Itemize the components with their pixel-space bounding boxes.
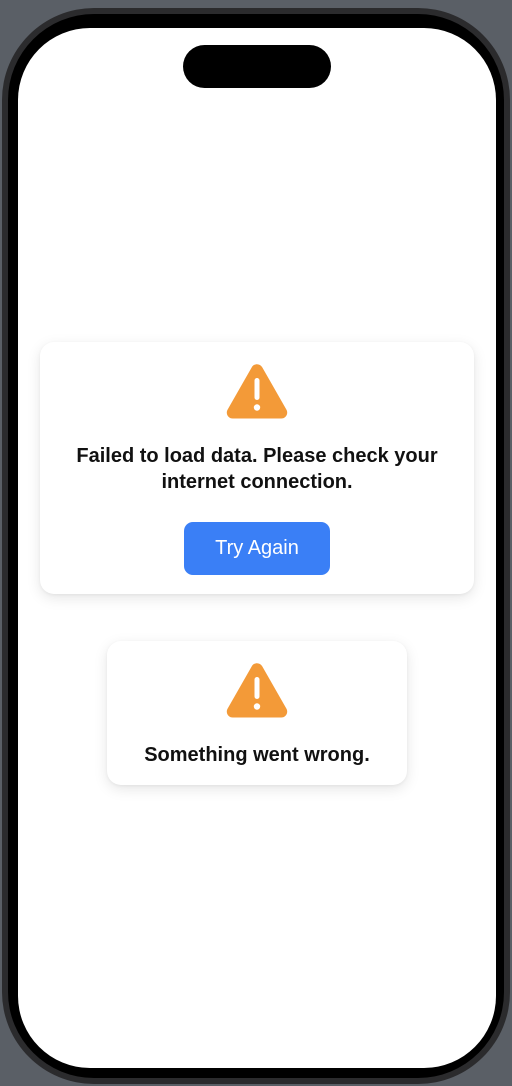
error-card-network: Failed to load data. Please check your i… [40, 342, 474, 594]
error-message: Failed to load data. Please check your i… [76, 445, 438, 493]
warning-triangle-icon [225, 661, 289, 719]
error-message: Something went wrong. [144, 744, 370, 766]
app-screen: Failed to load data. Please check your i… [18, 28, 496, 1068]
error-card-generic: Something went wrong. [107, 641, 407, 785]
dynamic-island [183, 45, 331, 88]
try-again-button[interactable]: Try Again [184, 522, 330, 575]
warning-triangle-icon [225, 362, 289, 420]
